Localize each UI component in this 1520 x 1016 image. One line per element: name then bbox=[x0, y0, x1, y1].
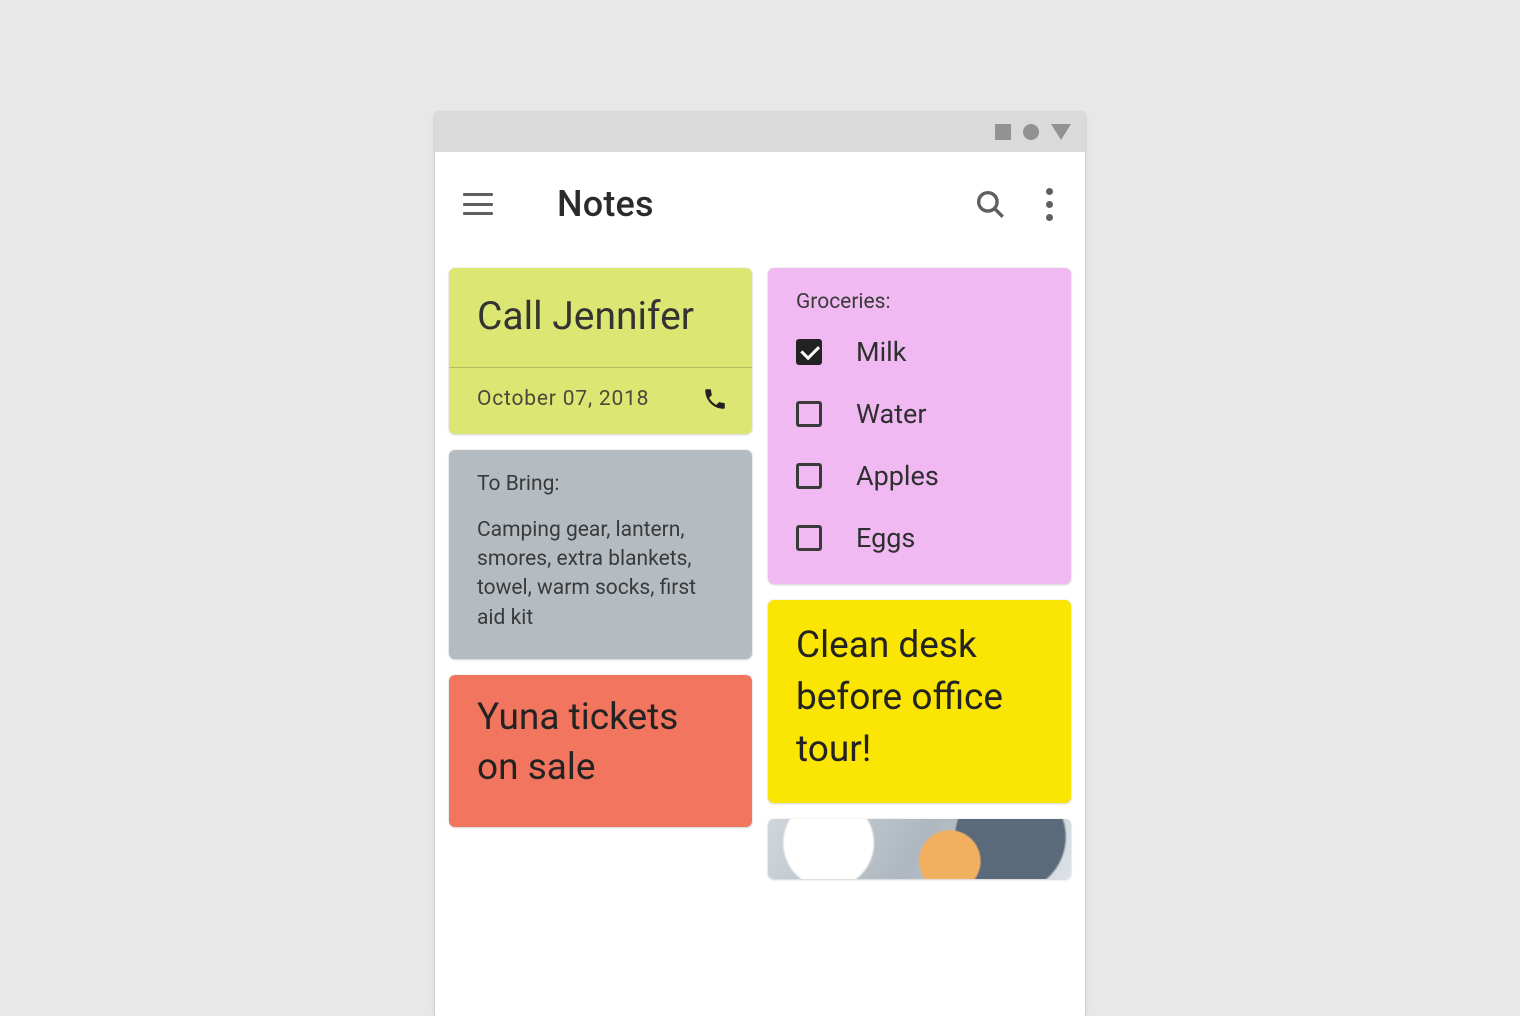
status-bar bbox=[435, 112, 1085, 152]
note-card-call[interactable]: Call Jennifer October 07, 2018 bbox=[449, 268, 752, 434]
notes-column-left: Call Jennifer October 07, 2018 To Bring:… bbox=[449, 268, 752, 1016]
notes-grid: Call Jennifer October 07, 2018 To Bring:… bbox=[435, 256, 1085, 1016]
note-title: Yuna tickets on sale bbox=[477, 693, 724, 793]
note-card-tickets[interactable]: Yuna tickets on sale bbox=[449, 675, 752, 827]
list-item[interactable]: Water bbox=[796, 398, 1043, 430]
menu-icon[interactable] bbox=[463, 193, 493, 215]
note-date: October 07, 2018 bbox=[477, 387, 649, 411]
note-card-photo[interactable] bbox=[768, 819, 1071, 879]
item-label: Water bbox=[856, 398, 927, 430]
status-square-icon bbox=[995, 124, 1011, 140]
app-bar: Notes bbox=[435, 152, 1085, 256]
checkbox-icon[interactable] bbox=[796, 463, 822, 489]
checkbox-icon[interactable] bbox=[796, 525, 822, 551]
item-label: Eggs bbox=[856, 522, 915, 554]
device-frame: Notes Call Jennifer October 07, 2018 bbox=[435, 112, 1085, 1016]
phone-icon[interactable] bbox=[702, 386, 728, 412]
note-body: Camping gear, lantern, smores, extra bla… bbox=[477, 516, 724, 634]
page-title: Notes bbox=[557, 183, 973, 225]
grocery-list: Milk Water Apples Eggs bbox=[796, 336, 1043, 554]
item-label: Milk bbox=[856, 336, 906, 368]
list-item[interactable]: Milk bbox=[796, 336, 1043, 368]
note-title: Call Jennifer bbox=[449, 268, 752, 368]
checkbox-icon[interactable] bbox=[796, 339, 822, 365]
note-heading: To Bring: bbox=[477, 472, 724, 496]
item-label: Apples bbox=[856, 460, 939, 492]
status-triangle-icon bbox=[1051, 124, 1071, 140]
more-vert-icon[interactable] bbox=[1037, 188, 1061, 221]
notes-column-right: Groceries: Milk Water Apples bbox=[768, 268, 1071, 1016]
note-card-groceries[interactable]: Groceries: Milk Water Apples bbox=[768, 268, 1071, 584]
note-card-clean[interactable]: Clean desk before office tour! bbox=[768, 600, 1071, 803]
note-title: Clean desk before office tour! bbox=[796, 620, 1043, 775]
status-circle-icon bbox=[1023, 124, 1039, 140]
list-item[interactable]: Eggs bbox=[796, 522, 1043, 554]
note-card-bring[interactable]: To Bring: Camping gear, lantern, smores,… bbox=[449, 450, 752, 660]
checkbox-icon[interactable] bbox=[796, 401, 822, 427]
note-heading: Groceries: bbox=[796, 290, 1043, 314]
search-icon[interactable] bbox=[973, 187, 1007, 221]
note-footer: October 07, 2018 bbox=[449, 368, 752, 434]
list-item[interactable]: Apples bbox=[796, 460, 1043, 492]
